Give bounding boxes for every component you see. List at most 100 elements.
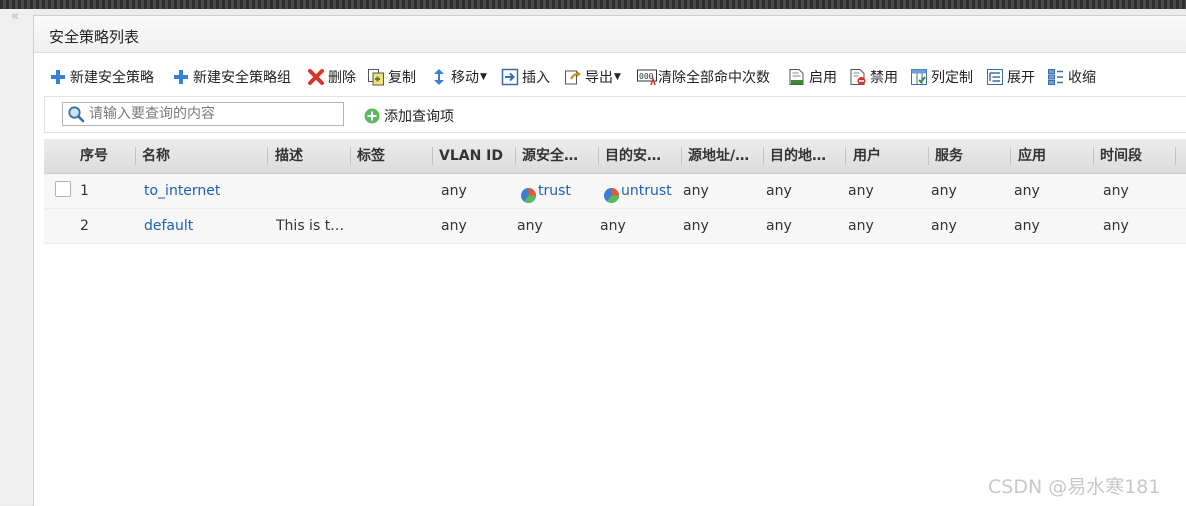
move-arrows-icon — [430, 68, 448, 86]
collapse-tree-icon — [1047, 68, 1065, 86]
column-header-source-address[interactable]: 源地址/… — [688, 139, 763, 173]
watermark-text: CSDN @易水寒181 — [988, 476, 1161, 498]
customize-columns-button[interactable]: 列定制 — [910, 66, 973, 88]
cell-time-range: any — [1103, 183, 1129, 199]
copy-button[interactable]: 复制 — [367, 66, 416, 88]
column-separator[interactable] — [845, 147, 846, 165]
column-separator[interactable] — [598, 147, 599, 165]
column-header-time-range[interactable]: 时间段 — [1100, 139, 1175, 173]
column-separator[interactable] — [1175, 147, 1176, 165]
toolbar: 新建安全策略 新建安全策略组 删除 复制 移动 ▼ 插入 导出 ▼ 000 清除… — [49, 66, 1186, 88]
delete-label: 删除 — [328, 70, 356, 86]
cell-service: any — [931, 183, 957, 199]
new-policy-group-button[interactable]: 新建安全策略组 — [172, 66, 291, 88]
search-bar: 添加查询项 — [44, 96, 1186, 133]
table-header: 序号 名称 描述 标签 VLAN ID 源安全… 目的安… 源地址/… 目的地…… — [44, 139, 1186, 174]
policy-list-panel: 安全策略列表 新建安全策略 新建安全策略组 删除 复制 移动 ▼ 插入 导出 ▼… — [33, 15, 1186, 506]
column-header-tag[interactable]: 标签 — [357, 139, 427, 173]
column-header-service[interactable]: 服务 — [935, 139, 1010, 173]
column-header-vlan-id[interactable]: VLAN ID — [439, 139, 514, 173]
cell-source-address: any — [683, 218, 709, 234]
search-input[interactable] — [87, 104, 339, 124]
column-separator[interactable] — [432, 147, 433, 165]
table-row[interactable]: 1 to_internet any trust untrust any any … — [44, 174, 1186, 209]
cell-description — [275, 174, 345, 208]
insert-label: 插入 — [522, 70, 550, 86]
enable-label: 启用 — [809, 70, 837, 86]
cell-user: any — [848, 183, 874, 199]
cell-dest-address: any — [766, 218, 792, 234]
expand-tree-icon — [986, 68, 1004, 86]
cell-source-address: any — [683, 183, 709, 199]
delete-button[interactable]: 删除 — [307, 66, 356, 88]
column-separator[interactable] — [1010, 147, 1011, 165]
column-header-user[interactable]: 用户 — [853, 139, 928, 173]
zone-pie-icon — [520, 183, 537, 203]
move-button[interactable]: 移动 ▼ — [430, 66, 487, 88]
export-icon — [564, 68, 582, 86]
source-zone-link[interactable]: trust — [538, 174, 571, 208]
cell-dest-zone: untrust — [603, 174, 672, 208]
dest-zone-link[interactable]: untrust — [621, 174, 672, 208]
column-separator[interactable] — [763, 147, 764, 165]
new-policy-label: 新建安全策略 — [70, 70, 154, 86]
chevron-down-icon: ▼ — [614, 72, 621, 82]
cell-user: any — [848, 218, 874, 234]
column-settings-icon — [910, 68, 928, 86]
column-header-dest-address[interactable]: 目的地… — [770, 139, 845, 173]
column-separator[interactable] — [350, 147, 351, 165]
column-header-description[interactable]: 描述 — [275, 139, 345, 173]
add-query-item-button[interactable]: 添加查询项 — [363, 106, 454, 126]
new-policy-group-label: 新建安全策略组 — [193, 70, 291, 86]
table-row[interactable]: 2 default This is t… any any any any any… — [44, 209, 1186, 244]
clear-hit-count-label: 清除全部命中次数 — [658, 70, 770, 86]
cell-application: any — [1014, 183, 1040, 199]
copy-icon — [367, 68, 385, 86]
column-separator[interactable] — [515, 147, 516, 165]
svg-text:000: 000 — [639, 72, 654, 81]
collapse-button[interactable]: 收缩 — [1047, 66, 1096, 88]
cell-seq: 2 — [80, 218, 89, 234]
new-policy-button[interactable]: 新建安全策略 — [49, 66, 154, 88]
disable-label: 禁用 — [870, 70, 898, 86]
column-separator[interactable] — [681, 147, 682, 165]
column-header-name[interactable]: 名称 — [142, 139, 260, 173]
search-field[interactable] — [62, 102, 344, 126]
cell-source-zone: trust — [520, 174, 571, 208]
cell-dest-zone: any — [600, 218, 626, 234]
disable-button[interactable]: 禁用 — [849, 66, 898, 88]
cell-vlan-id: any — [441, 183, 467, 199]
column-separator[interactable] — [135, 147, 136, 165]
move-label: 移动 — [451, 70, 479, 86]
column-header-application[interactable]: 应用 — [1018, 139, 1093, 173]
expand-sidebar-icon[interactable]: « — [11, 9, 19, 24]
insert-button[interactable]: 插入 — [501, 66, 550, 88]
column-separator[interactable] — [928, 147, 929, 165]
cell-application: any — [1014, 218, 1040, 234]
cell-policy-name-link[interactable]: to_internet — [144, 174, 220, 208]
column-separator[interactable] — [267, 147, 268, 165]
expand-label: 展开 — [1007, 70, 1035, 86]
collapse-label: 收缩 — [1068, 70, 1096, 86]
cell-tag — [357, 209, 427, 243]
cell-vlan-id: any — [441, 218, 467, 234]
column-header-seq[interactable]: 序号 — [80, 139, 130, 173]
row-checkbox[interactable] — [55, 181, 71, 197]
copy-label: 复制 — [388, 70, 416, 86]
column-header-dest-zone[interactable]: 目的安… — [605, 139, 680, 173]
export-label: 导出 — [585, 70, 613, 86]
expand-button[interactable]: 展开 — [986, 66, 1035, 88]
insert-icon — [501, 68, 519, 86]
counter-reset-icon: 000 — [637, 68, 657, 86]
cell-service: any — [931, 218, 957, 234]
enable-button[interactable]: 启用 — [788, 66, 837, 88]
column-header-source-zone[interactable]: 源安全… — [522, 139, 597, 173]
enable-doc-icon — [788, 68, 806, 86]
cell-policy-name-link[interactable]: default — [144, 209, 193, 243]
customize-columns-label: 列定制 — [931, 70, 973, 86]
column-separator[interactable] — [1093, 147, 1094, 165]
cell-tag — [357, 174, 427, 208]
export-button[interactable]: 导出 ▼ — [564, 66, 621, 88]
cell-time-range: any — [1103, 218, 1129, 234]
clear-hit-count-button[interactable]: 000 清除全部命中次数 — [637, 66, 770, 88]
